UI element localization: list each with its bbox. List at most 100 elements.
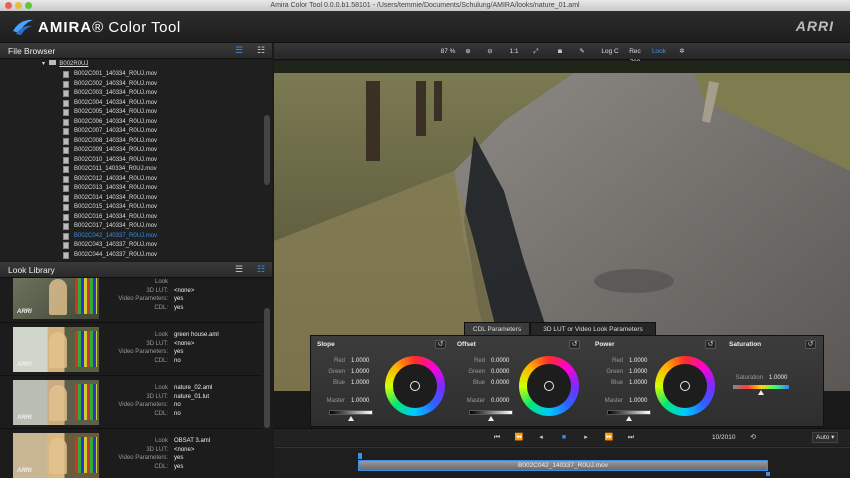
list-view-icon[interactable]: ☰ — [234, 265, 244, 274]
settings-icon[interactable]: ✲ — [676, 46, 688, 57]
power-red-value[interactable]: 1.0000 — [629, 358, 647, 364]
file-item[interactable]: B002C002_140334_R0UJ.mov — [0, 79, 262, 89]
loop-icon[interactable]: ⟲ — [748, 433, 758, 443]
offset-blue-value[interactable]: 0.0000 — [491, 380, 509, 386]
file-item[interactable]: B002C014_140334_R0UJ.mov — [0, 193, 262, 203]
step-back-icon[interactable]: ⏪ — [514, 433, 524, 443]
power-wheel-puck[interactable] — [680, 381, 690, 391]
file-item[interactable]: B002C001_140334_R0UJ.mov — [0, 69, 262, 79]
power-master-value[interactable]: 1.0000 — [629, 398, 647, 404]
offset-green-value[interactable]: 0.0000 — [491, 369, 509, 375]
look-item[interactable]: ARRI Look 3D LUT: Video Parameters: CDL: gree… — [0, 323, 262, 376]
brush-icon[interactable]: ✎ — [576, 46, 588, 57]
look-item[interactable]: ARRI Look 3D LUT: Video Parameters: CDL: natu… — [0, 376, 262, 429]
zoom-in-icon[interactable]: ⊕ — [462, 46, 474, 57]
file-item[interactable]: B002C011_140334_R0UJ.mov — [0, 164, 262, 174]
offset-reset-icon[interactable]: ↺ — [569, 340, 580, 349]
file-item[interactable]: B002C012_140334_R0UJ.mov — [0, 174, 262, 184]
tab-cdl-parameters[interactable]: CDL Parameters — [464, 322, 530, 335]
one-to-one-button[interactable]: 1:1 — [506, 46, 522, 57]
file-item[interactable]: B002C005_140334_R0UJ.mov — [0, 107, 262, 117]
power-master-slider[interactable] — [607, 410, 651, 415]
power-blue-value[interactable]: 1.0000 — [629, 380, 647, 386]
file-browser-scrollbar[interactable] — [264, 115, 270, 185]
detail-view-icon[interactable]: ☷ — [256, 46, 266, 55]
play-reverse-icon[interactable]: ◂ — [536, 433, 546, 443]
slope-master-thumb[interactable] — [348, 416, 354, 421]
slope-color-wheel[interactable] — [385, 356, 445, 416]
slope-red-value[interactable]: 1.0000 — [351, 358, 369, 364]
timeline[interactable]: B002C042_140337_R0UJ.mov — [274, 447, 850, 478]
look-item[interactable]: ARRI Look 3D LUT: Video Parameters: CDL: <non… — [0, 278, 262, 323]
close-window-button[interactable] — [5, 2, 12, 9]
slope-reset-icon[interactable]: ↺ — [435, 340, 446, 349]
file-name: B002C016_140334_R0UJ.mov — [74, 213, 158, 220]
minimize-window-button[interactable] — [15, 2, 22, 9]
file-item[interactable]: B002C006_140334_R0UJ.mov — [0, 117, 262, 127]
file-item[interactable]: B002C007_140334_R0UJ.mov — [0, 126, 262, 136]
file-name: B002C042_140337_R0UJ.mov — [74, 232, 158, 239]
saturation-slider[interactable] — [733, 385, 789, 389]
offset-master-slider[interactable] — [469, 410, 513, 415]
file-item[interactable]: B002C004_140334_R0UJ.mov — [0, 98, 262, 108]
file-icon — [63, 147, 69, 154]
file-item[interactable]: B002C045_140337_R0UJ.mov — [0, 259, 262, 261]
zoom-window-button[interactable] — [25, 2, 32, 9]
offset-section: Offset ↺ Red 0.0000 Green 0.0000 Blue 0.… — [453, 338, 587, 424]
look-toggle[interactable]: Look — [650, 46, 668, 57]
out-point-marker[interactable] — [766, 472, 770, 476]
slope-blue-value[interactable]: 1.0000 — [351, 380, 369, 386]
timeline-clip[interactable]: B002C042_140337_R0UJ.mov — [358, 460, 768, 471]
saturation-value[interactable]: 1.0000 — [769, 375, 787, 381]
file-item[interactable]: B002C015_140334_R0UJ.mov — [0, 202, 262, 212]
go-to-start-icon[interactable]: ⏮ — [492, 433, 502, 443]
file-item[interactable]: B002C043_140337_R0UJ.mov — [0, 240, 262, 250]
detail-view-icon[interactable]: ☷ — [256, 265, 266, 274]
expand-arrow-icon[interactable]: ▾ — [42, 61, 45, 67]
file-item[interactable]: B002C013_140334_R0UJ.mov — [0, 183, 262, 193]
slope-master-value[interactable]: 1.0000 — [351, 398, 369, 404]
saturation-thumb[interactable] — [758, 390, 764, 395]
file-item[interactable]: B002C010_140334_R0UJ.mov — [0, 155, 262, 165]
slope-master-slider[interactable] — [329, 410, 373, 415]
saturation-reset-icon[interactable]: ↺ — [805, 340, 816, 349]
offset-wheel-puck[interactable] — [544, 381, 554, 391]
list-view-icon[interactable]: ☰ — [234, 46, 244, 55]
offset-red-value[interactable]: 0.0000 — [491, 358, 509, 364]
slope-wheel-puck[interactable] — [410, 381, 420, 391]
in-point-marker[interactable] — [358, 453, 362, 459]
go-to-end-icon[interactable]: ⏭ — [626, 433, 636, 443]
power-master-thumb[interactable] — [626, 416, 632, 421]
offset-master-thumb[interactable] — [488, 416, 494, 421]
file-item[interactable]: B002C044_140337_R0UJ.mov — [0, 250, 262, 260]
logc-toggle[interactable]: Log C — [600, 46, 620, 57]
frame-counter: 10/2010 — [712, 434, 736, 441]
look-library-scrollbar[interactable] — [264, 308, 270, 428]
file-item[interactable]: B002C016_140334_R0UJ.mov — [0, 212, 262, 222]
file-item[interactable]: B002C009_140334_R0UJ.mov — [0, 145, 262, 155]
play-icon[interactable]: ▸ — [581, 433, 591, 443]
file-item[interactable]: B002C042_140337_R0UJ.mov — [0, 231, 262, 241]
offset-color-wheel[interactable] — [519, 356, 579, 416]
tab-3d-lut-video-look[interactable]: 3D LUT or Video Look Parameters — [530, 322, 656, 335]
offset-master-value[interactable]: 0.0000 — [491, 398, 509, 404]
rec709-toggle[interactable]: Rec 709 — [623, 46, 647, 66]
look-look-key: Look — [154, 438, 168, 444]
step-forward-icon[interactable]: ⏩ — [604, 433, 614, 443]
look-item[interactable]: ARRI Look 3D LUT: Video Parameters: CDL: OBSA… — [0, 429, 262, 478]
camera-icon[interactable]: ◙ — [554, 46, 566, 57]
file-item[interactable]: B002C008_140334_R0UJ.mov — [0, 136, 262, 146]
playback-mode-select[interactable]: Auto ▾ — [812, 432, 838, 443]
power-green-value[interactable]: 1.0000 — [629, 369, 647, 375]
folder-item[interactable]: ▾ B002R0UJ — [42, 59, 88, 69]
zoom-out-icon[interactable]: ⊖ — [484, 46, 496, 57]
look-video-value: no — [174, 402, 181, 408]
slope-green-value[interactable]: 1.0000 — [351, 369, 369, 375]
file-item[interactable]: B002C003_140334_R0UJ.mov — [0, 88, 262, 98]
app-name: AMIRA® Color Tool — [38, 19, 181, 36]
power-reset-icon[interactable]: ↺ — [705, 340, 716, 349]
fit-screen-icon[interactable]: ⤢ — [530, 46, 542, 57]
stop-icon[interactable]: ■ — [559, 433, 569, 443]
power-color-wheel[interactable] — [655, 356, 715, 416]
file-item[interactable]: B002C017_140334_R0UJ.mov — [0, 221, 262, 231]
